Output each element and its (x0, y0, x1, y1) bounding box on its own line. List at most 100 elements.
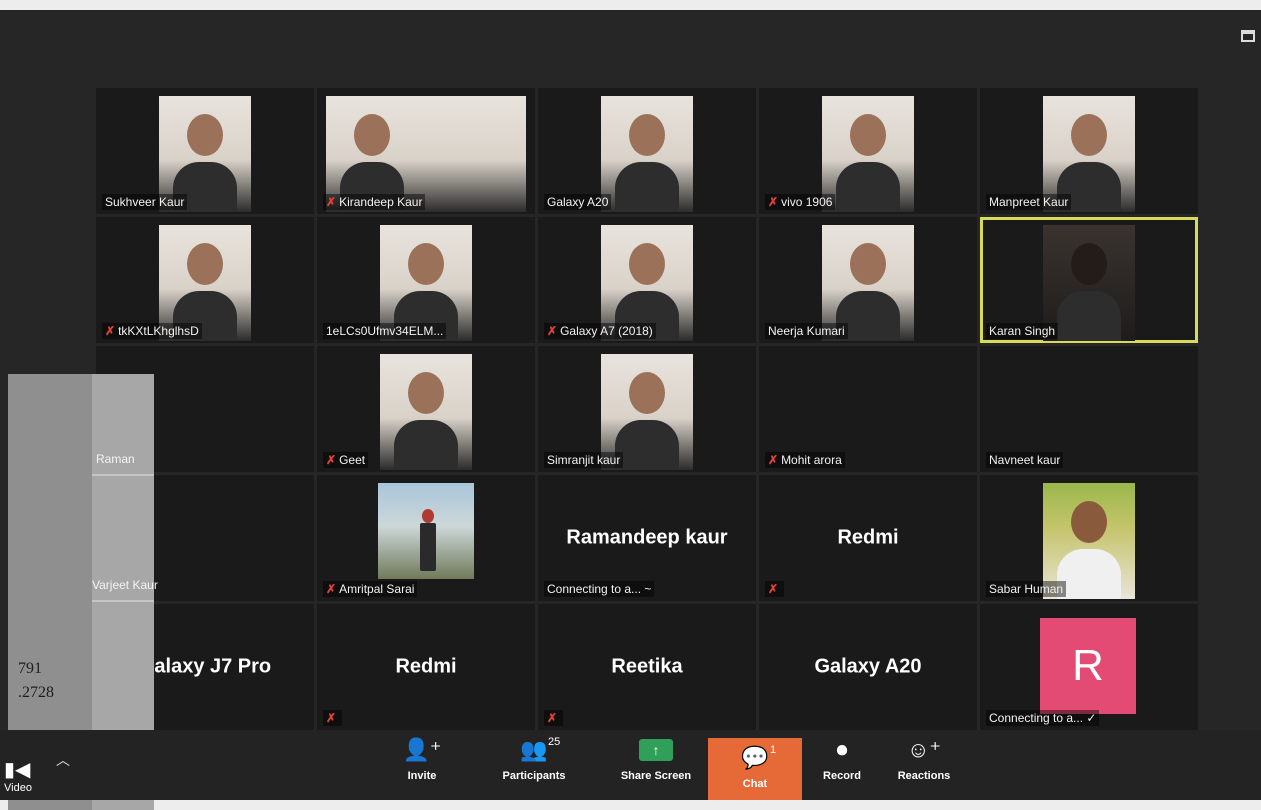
mic-muted-icon: ✗ (547, 711, 558, 725)
side-divider (92, 600, 154, 602)
participant-name-tag: ✗ Amritpal Sarai (323, 581, 418, 597)
participant-name: Galaxy A7 (2018) (560, 324, 653, 338)
share-screen-icon: ↑ (639, 739, 673, 761)
participant-name-tag: Galaxy A20 (544, 194, 612, 210)
participant-avatar: R (1040, 618, 1136, 714)
mic-muted-icon: ✗ (105, 324, 116, 338)
participant-video (601, 96, 693, 212)
participant-name: tkKXtLKhglhsD (118, 324, 199, 338)
participant-tile[interactable]: Redmi ✗ (759, 475, 977, 601)
participant-name: 1eLCs0Ufmv34ELM... (326, 324, 444, 338)
participant-tile[interactable]: ✗ Geet (317, 346, 535, 472)
participant-name-tag: ✗ (765, 581, 785, 597)
participant-name-tag: ✗ (544, 710, 564, 726)
participant-display-name: Redmi (837, 526, 899, 549)
chat-button[interactable]: 💬 1 Chat (708, 738, 802, 800)
participant-name-tag: Connecting to a... ~ (544, 581, 655, 597)
participant-name-tag: Manpreet Kaur (986, 194, 1072, 210)
participant-name: Connecting to a... ~ (547, 582, 652, 596)
participant-video (380, 354, 472, 470)
participant-video (378, 483, 474, 579)
participant-name: Kirandeep Kaur (339, 195, 423, 209)
participant-name-tag: 1eLCs0Ufmv34ELM... (323, 323, 447, 339)
mic-muted-icon: ✗ (768, 453, 779, 467)
chevron-up-icon[interactable]: ︿ (56, 750, 70, 770)
participant-name-tag: ✗ Mohit arora (765, 452, 845, 468)
participant-name: Sukhveer Kaur (105, 195, 185, 209)
participant-tile[interactable]: ✗ Mohit arora (759, 346, 977, 472)
participant-name: Amritpal Sarai (339, 582, 415, 596)
side-label-varjeet: Varjeet Kaur (92, 578, 158, 592)
meeting-window: Sukhveer Kaur ✗ Kirandeep Kaur Galaxy A20 ✗ v… (0, 10, 1261, 810)
participant-name-tag: Sabar Human (986, 581, 1067, 597)
fullscreen-icon[interactable] (1241, 30, 1255, 42)
video-control[interactable]: ▮◀ Video (4, 757, 32, 794)
share-screen-button[interactable]: ↑ Share Screen (608, 730, 704, 796)
chat-count: 1 (770, 744, 777, 756)
participant-tile[interactable]: Manpreet Kaur (980, 88, 1198, 214)
participant-name-tag: ✗ Galaxy A7 (2018) (544, 323, 656, 339)
participant-name: Neerja Kumari (768, 324, 845, 338)
participant-tile[interactable]: Navneet kaur (980, 346, 1198, 472)
participant-grid: Sukhveer Kaur ✗ Kirandeep Kaur Galaxy A20 ✗ v… (96, 88, 1198, 730)
participant-name-tag: Connecting to a... ✓ (986, 710, 1100, 726)
participants-icon: 👥 (520, 737, 548, 762)
participant-name-tag: ✗ Kirandeep Kaur (323, 194, 426, 210)
participants-count: 25 (548, 736, 561, 748)
invite-button[interactable]: 👤⁺ Invite (374, 730, 470, 796)
participant-name-tag: ✗ tkKXtLKhglhsD (102, 323, 202, 339)
participant-tile[interactable]: Galaxy A20 (538, 88, 756, 214)
reactions-button[interactable]: ☺⁺ Reactions (876, 730, 972, 796)
participant-tile[interactable]: ✗ vivo 1906 (759, 88, 977, 214)
participant-name: Karan Singh (989, 324, 1056, 338)
participant-name: Manpreet Kaur (989, 195, 1069, 209)
mic-muted-icon: ✗ (768, 195, 779, 209)
side-label-raman: Raman (96, 452, 135, 466)
side-divider (92, 474, 154, 476)
participant-tile[interactable]: Neerja Kumari (759, 217, 977, 343)
participant-display-name: Reetika (611, 655, 683, 678)
participants-label: Participants (502, 770, 566, 782)
meeting-toolbar: ▮◀ Video ︿ 👤⁺ Invite 👥 25 Participants ↑… (0, 730, 1261, 800)
add-person-icon: 👤⁺ (402, 737, 442, 762)
participant-tile[interactable]: Reetika ✗ (538, 604, 756, 730)
participants-button[interactable]: 👥 25 Participants (486, 730, 582, 796)
participant-tile[interactable]: 1eLCs0Ufmv34ELM... (317, 217, 535, 343)
participant-tile[interactable]: Sabar Human (980, 475, 1198, 601)
reactions-icon: ☺⁺ (906, 737, 942, 762)
mic-muted-icon: ✗ (326, 582, 337, 596)
participant-name-tag: Sukhveer Kaur (102, 194, 188, 210)
chat-label: Chat (742, 778, 768, 790)
participant-tile[interactable]: ✗ Kirandeep Kaur (317, 88, 535, 214)
participant-tile[interactable]: Karan Singh (980, 217, 1198, 343)
participant-display-name: Ramandeep kaur (566, 526, 728, 549)
mic-muted-icon: ✗ (326, 453, 337, 467)
participant-tile[interactable]: Galaxy A20 (759, 604, 977, 730)
participant-name: Sabar Human (989, 582, 1064, 596)
participant-tile[interactable]: ✗ tkKXtLKhglhsD (96, 217, 314, 343)
chat-bubble-icon: 💬 (741, 745, 769, 770)
invite-label: Invite (407, 770, 437, 782)
participant-tile[interactable]: Ramandeep kaur Connecting to a... ~ (538, 475, 756, 601)
participant-name: Galaxy A20 (547, 195, 609, 209)
participant-video (822, 96, 914, 212)
video-camera-icon: ▮◀ (4, 759, 31, 781)
participant-tile[interactable]: Simranjit kaur (538, 346, 756, 472)
video-label: Video (4, 782, 32, 794)
participant-name: Mohit arora (781, 453, 842, 467)
participant-name-tag: Karan Singh (986, 323, 1059, 339)
participant-name-tag: Navneet kaur (986, 452, 1064, 468)
participant-name: Navneet kaur (989, 453, 1061, 467)
participant-tile[interactable]: Redmi ✗ (317, 604, 535, 730)
participant-name: Connecting to a... ✓ (989, 711, 1097, 725)
participant-tile[interactable]: Sukhveer Kaur (96, 88, 314, 214)
participant-tile[interactable]: R Connecting to a... ✓ (980, 604, 1198, 730)
participant-name-tag: Neerja Kumari (765, 323, 848, 339)
participant-name-tag: Simranjit kaur (544, 452, 624, 468)
participant-tile[interactable]: ✗ Galaxy A7 (2018) (538, 217, 756, 343)
side-number-1: 791 (18, 660, 42, 677)
participant-tile[interactable]: ✗ Amritpal Sarai (317, 475, 535, 601)
participant-name: Simranjit kaur (547, 453, 621, 467)
participant-display-name: Galaxy A20 (814, 655, 922, 678)
reactions-label: Reactions (897, 770, 951, 782)
